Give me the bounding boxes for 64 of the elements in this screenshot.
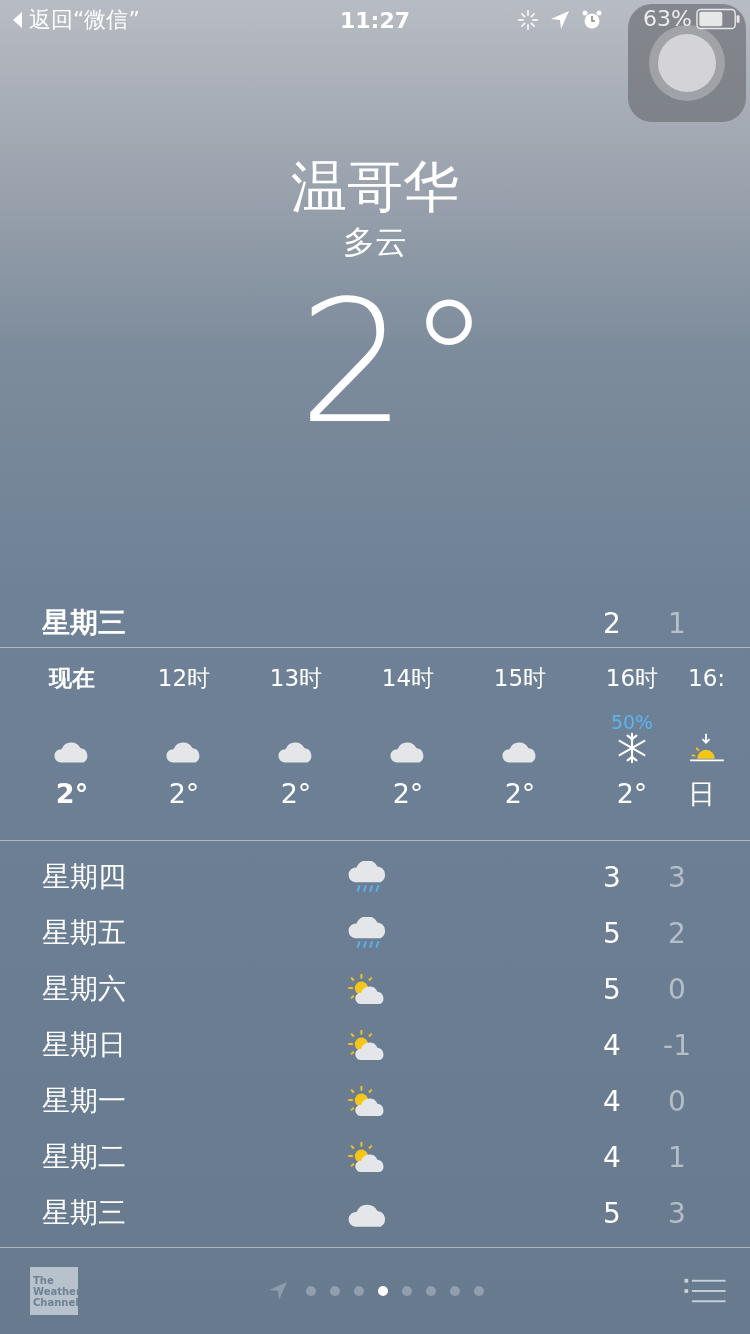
hour-temperature: 2° <box>280 777 312 811</box>
hour-temperature: 2° <box>168 777 200 811</box>
hour-label: 16: <box>688 664 725 692</box>
current-temperature: 2° <box>297 262 492 462</box>
back-label: 返回“微信” <box>29 6 140 34</box>
hour-label: 12时 <box>157 664 211 692</box>
hour-label: 13时 <box>269 664 323 692</box>
high-temperature: 2 <box>602 606 622 640</box>
hour-temperature: 日 <box>688 777 715 811</box>
hour-label: 现在 <box>49 664 95 692</box>
back-triangle-icon <box>12 11 23 29</box>
battery-percent: 63% <box>643 6 692 31</box>
high-temperature: 4 <box>602 1140 622 1174</box>
page-dot[interactable] <box>474 1286 484 1296</box>
low-temperature: -1 <box>662 1028 692 1062</box>
page-dot[interactable] <box>450 1286 460 1296</box>
alarm-clock-icon <box>582 10 602 30</box>
battery-icon <box>696 7 740 30</box>
day-name: 星期一 <box>42 1083 127 1119</box>
low-temperature: 3 <box>667 1196 687 1230</box>
hour-temperature: 2° <box>392 777 424 811</box>
back-link[interactable]: 返回“微信” <box>12 5 140 35</box>
activity-spinner-icon <box>518 10 538 30</box>
page-dot[interactable] <box>378 1286 388 1296</box>
low-temperature: 0 <box>667 972 687 1006</box>
hour-label: 15时 <box>493 664 547 692</box>
precipitation-chance: 50% <box>610 712 654 732</box>
day-name: 星期三 <box>42 605 127 641</box>
weather-condition: 多云 <box>343 222 407 262</box>
assistive-touch-button[interactable] <box>628 4 746 122</box>
high-temperature: 5 <box>602 972 622 1006</box>
hour-temperature: 2° <box>55 777 89 811</box>
page-dot[interactable] <box>306 1286 316 1296</box>
location-arrow-icon <box>550 10 570 30</box>
high-temperature: 4 <box>602 1084 622 1118</box>
low-temperature: 1 <box>667 1140 687 1174</box>
low-temperature: 3 <box>667 860 687 894</box>
day-name: 星期四 <box>42 859 127 895</box>
hour-label: 16时 <box>605 664 659 692</box>
location-arrow-icon[interactable] <box>268 1281 288 1301</box>
high-temperature: 4 <box>602 1028 622 1062</box>
hour-temperature: 2° <box>616 777 648 811</box>
day-name: 星期五 <box>42 915 127 951</box>
high-temperature: 5 <box>602 1196 622 1230</box>
day-name: 星期三 <box>42 1195 127 1231</box>
snowflake-icon <box>616 732 648 764</box>
sunset-icon <box>688 732 724 764</box>
high-temperature: 5 <box>602 916 622 950</box>
list-icon[interactable] <box>684 1277 726 1305</box>
hour-temperature: 2° <box>504 777 536 811</box>
hour-label: 14时 <box>381 664 435 692</box>
status-time: 11:27 <box>339 7 411 33</box>
low-temperature: 1 <box>667 606 687 640</box>
page-dot[interactable] <box>354 1286 364 1296</box>
high-temperature: 3 <box>602 860 622 894</box>
page-dot[interactable] <box>426 1286 436 1296</box>
low-temperature: 0 <box>667 1084 687 1118</box>
city-name: 温哥华 <box>291 153 459 221</box>
page-dot[interactable] <box>402 1286 412 1296</box>
low-temperature: 2 <box>667 916 687 950</box>
day-name: 星期二 <box>42 1139 127 1175</box>
page-dot[interactable] <box>330 1286 340 1296</box>
day-name: 星期六 <box>42 971 127 1007</box>
day-name: 星期日 <box>42 1027 127 1063</box>
